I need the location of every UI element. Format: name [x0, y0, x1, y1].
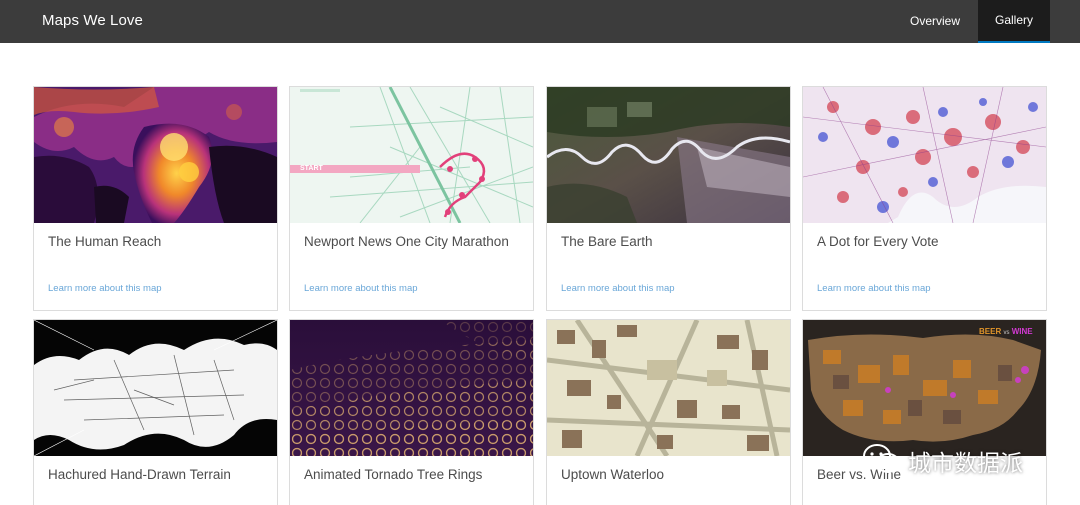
map-card-hachured-terrain[interactable]: Hachured Hand-Drawn Terrain	[33, 319, 278, 505]
bare-earth-map-image	[547, 87, 790, 223]
card-title[interactable]: A Dot for Every Vote	[817, 234, 939, 249]
app-title[interactable]: Maps We Love	[42, 12, 143, 29]
hachured-terrain-map-image	[34, 320, 277, 456]
learn-more-link[interactable]: Learn more about this map	[304, 283, 418, 294]
card-title[interactable]: Newport News One City Marathon	[304, 234, 509, 249]
card-title[interactable]: The Human Reach	[48, 234, 161, 249]
watermark: 城市数据派	[862, 436, 1052, 480]
map-thumbnail[interactable]	[547, 87, 790, 223]
map-thumbnail[interactable]	[803, 87, 1046, 223]
map-card-tornado-tree-rings[interactable]: Animated Tornado Tree Rings	[289, 319, 534, 505]
wechat-icon	[863, 444, 900, 473]
card-title[interactable]: The Bare Earth	[561, 234, 653, 249]
map-card-newport-news-marathon[interactable]: START Newport News One City Marathon Lea…	[289, 86, 534, 311]
beer-label: BEER	[979, 327, 1002, 336]
start-label: START	[300, 165, 323, 172]
nav-overview[interactable]: Overview	[892, 0, 978, 43]
nav-gallery[interactable]: Gallery	[978, 0, 1050, 43]
map-card-dot-every-vote[interactable]: A Dot for Every Vote Learn more about th…	[802, 86, 1047, 311]
map-card-uptown-waterloo[interactable]: Uptown Waterloo	[546, 319, 791, 505]
card-title[interactable]: Uptown Waterloo	[561, 467, 664, 482]
vote-dot-map-image	[803, 87, 1046, 223]
learn-more-link[interactable]: Learn more about this map	[561, 283, 675, 294]
map-thumbnail[interactable]	[290, 320, 533, 456]
beer-vs-wine-legend: BEER vs WINE	[979, 327, 1033, 336]
uptown-waterloo-map-image	[547, 320, 790, 456]
map-card-human-reach[interactable]: The Human Reach Learn more about this ma…	[33, 86, 278, 311]
learn-more-link[interactable]: Learn more about this map	[817, 283, 931, 294]
map-thumbnail[interactable]	[34, 320, 277, 456]
top-nav-bar: Maps We Love Overview Gallery	[0, 0, 1080, 43]
card-title[interactable]: Hachured Hand-Drawn Terrain	[48, 467, 231, 482]
watermark-text: 城市数据派	[908, 451, 1023, 477]
human-reach-map-image	[34, 87, 277, 223]
wine-label: WINE	[1011, 327, 1033, 336]
tornado-rings-map-image	[290, 320, 533, 456]
map-thumbnail[interactable]: START	[290, 87, 533, 223]
map-thumbnail[interactable]	[547, 320, 790, 456]
map-thumbnail[interactable]	[34, 87, 277, 223]
vs-label: vs	[1003, 330, 1010, 336]
marathon-map-image	[290, 87, 533, 223]
learn-more-link[interactable]: Learn more about this map	[48, 283, 162, 294]
card-title[interactable]: Animated Tornado Tree Rings	[304, 467, 482, 482]
map-card-bare-earth[interactable]: The Bare Earth Learn more about this map	[546, 86, 791, 311]
